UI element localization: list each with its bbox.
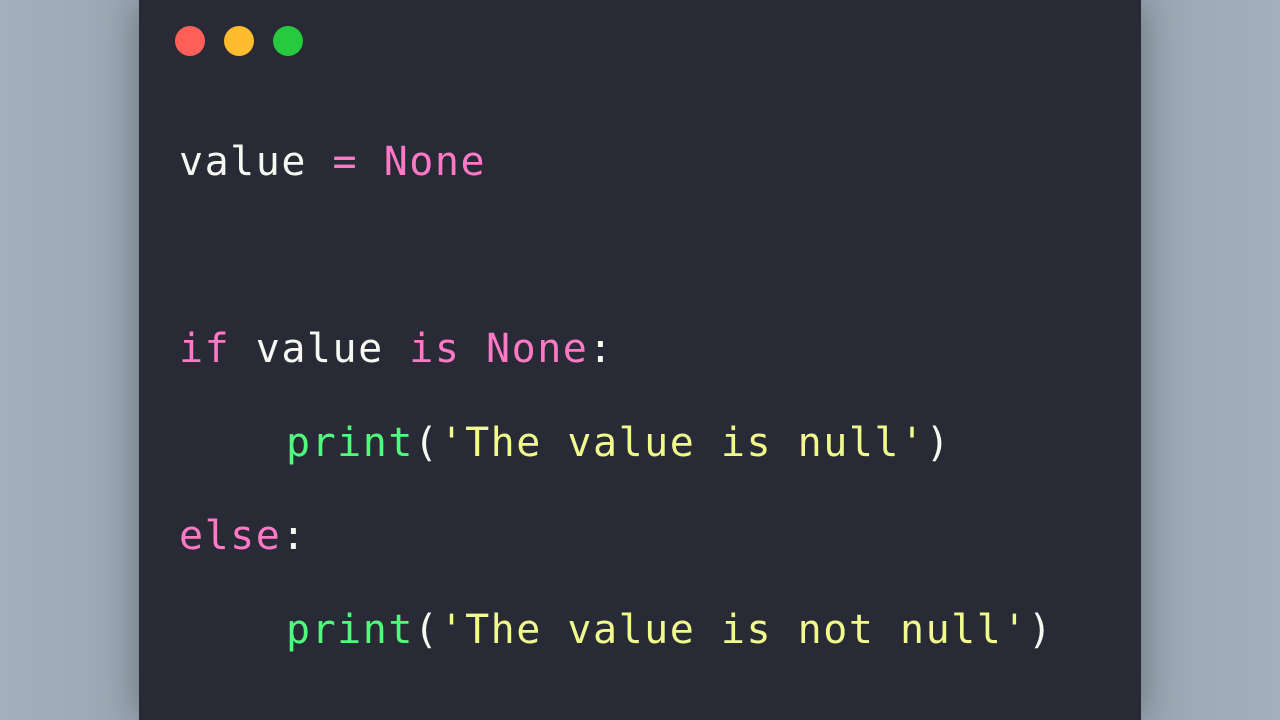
string-literal: 'The value is not null' <box>439 607 1028 653</box>
code-line-2: if value is None: <box>179 324 614 374</box>
code-line-4: else: <box>179 511 307 561</box>
code-line-3: print('The value is null') <box>286 418 951 468</box>
open-paren: ( <box>413 420 440 466</box>
assignment-operator: = <box>332 139 359 185</box>
colon: : <box>281 513 307 559</box>
is-keyword: is <box>409 326 461 372</box>
if-keyword: if <box>179 326 231 372</box>
string-literal: 'The value is null' <box>439 420 926 466</box>
code-window: value = None if value is None: print('Th… <box>139 0 1141 720</box>
code-line-1: value = None <box>179 137 486 187</box>
identifier-value: value <box>179 139 307 185</box>
close-paren: ) <box>925 420 952 466</box>
open-paren: ( <box>413 607 440 653</box>
else-keyword: else <box>179 513 282 559</box>
none-constant: None <box>486 326 589 372</box>
print-function: print <box>286 607 414 653</box>
identifier-value: value <box>255 326 384 372</box>
code-line-5: print('The value is not null') <box>286 605 1054 655</box>
none-constant: None <box>383 139 487 185</box>
colon: : <box>588 326 614 372</box>
code-block: value = None if value is None: print('Th… <box>179 0 1052 653</box>
close-paren: ) <box>1027 607 1054 653</box>
print-function: print <box>286 420 414 466</box>
